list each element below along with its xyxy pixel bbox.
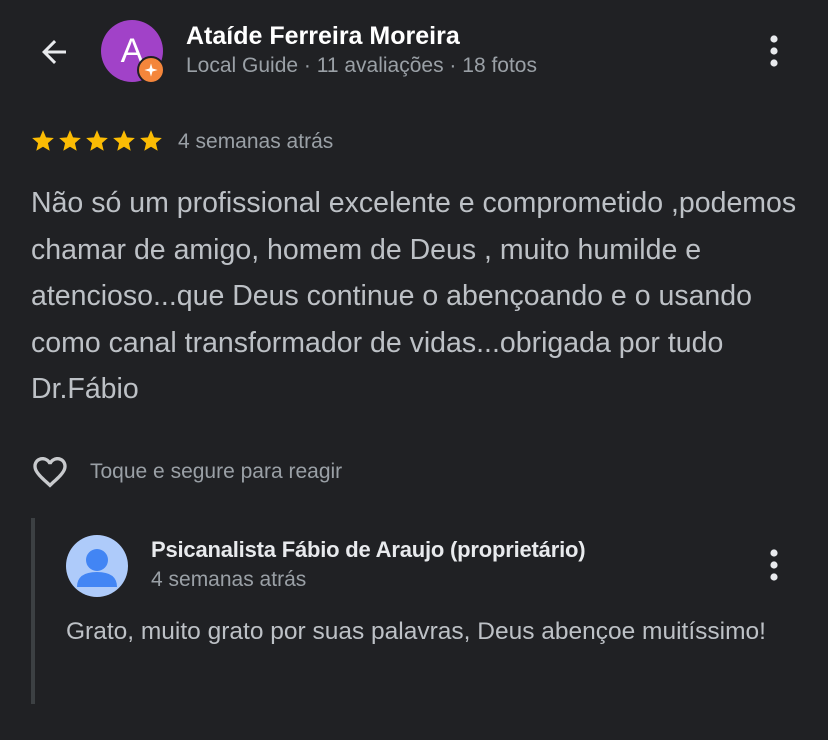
star-icon: [59, 130, 81, 151]
author-name[interactable]: Ataíde Ferreira Moreira: [186, 22, 460, 51]
local-guide-badge: [137, 56, 165, 84]
review-more-button[interactable]: [759, 29, 789, 73]
star-rating: [30, 128, 164, 154]
heart-outline-icon: [33, 457, 67, 488]
react-label: Toque e segure para reagir: [90, 460, 343, 483]
star-icon: [140, 130, 162, 151]
local-guide-star-icon: [144, 63, 158, 77]
star-icon: [32, 130, 54, 151]
default-person-icon: [77, 549, 117, 587]
star-icon: [86, 130, 108, 151]
owner-reply-text: Grato, muito grato por suas palavras, De…: [66, 618, 766, 645]
more-vert-icon: [770, 549, 778, 581]
review-date: 4 semanas atrás: [178, 130, 334, 153]
owner-reply-date: 4 semanas atrás: [151, 568, 307, 591]
reply-divider: [31, 518, 35, 704]
arrow-left-icon: [42, 40, 66, 64]
star-icon: [113, 130, 135, 151]
author-meta: Local Guide · 11 avaliações · 18 fotos: [186, 54, 537, 77]
owner-name: Psicanalista Fábio de Araujo (proprietár…: [151, 537, 586, 562]
more-vert-icon: [770, 35, 778, 67]
react-button[interactable]: Toque e segure para reagir: [30, 452, 342, 492]
back-button[interactable]: [30, 30, 78, 74]
review-text: Não só um profissional excelente e compr…: [31, 187, 797, 405]
owner-avatar[interactable]: [66, 535, 128, 597]
reply-more-button[interactable]: [759, 543, 789, 587]
